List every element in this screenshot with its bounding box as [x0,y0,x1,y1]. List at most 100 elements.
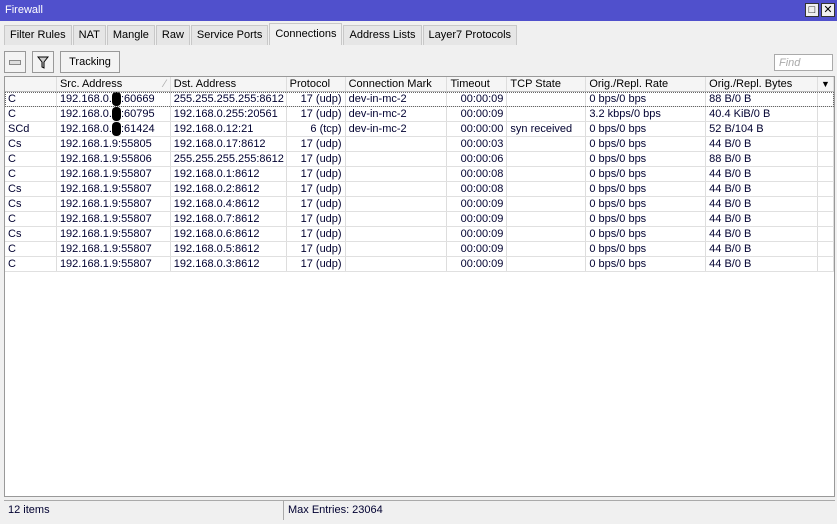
cell-empty [818,227,834,241]
cell-bytes: 88 B/0 B [706,92,819,106]
max-entries: Max Entries: 23064 [288,504,383,516]
cell-mark: dev-in-mc-2 [346,92,448,106]
column-header[interactable]: Connection Mark [346,77,448,91]
cell-rate: 0 bps/0 bps [586,212,707,226]
cell-proto: 17 (udp) [287,197,346,211]
cell-bytes: 44 B/0 B [706,242,819,256]
cell-bytes: 44 B/0 B [706,257,819,271]
cell-mark [346,227,448,241]
cell-src: 192.168.1.9:55806 [57,152,171,166]
cell-empty [818,242,834,256]
cell-empty [818,122,834,136]
table-row[interactable]: C 192.168.1.9:55806 255.255.255.255:8612 17… [5,152,834,167]
column-header[interactable]: Orig./Repl. Rate [586,77,707,91]
cell-tcp [507,212,587,226]
table-row[interactable]: Cs 192.168.1.9:55807 192.168.0.2:8612 17 (u… [5,182,834,197]
tab-nat[interactable]: NAT [72,25,106,45]
cell-tcp [507,182,587,196]
cell-timeout: 00:00:09 [447,257,508,271]
cell-dst: 192.168.0.17:8612 [171,137,287,151]
cell-empty [818,107,834,121]
cell-timeout: 00:00:09 [447,107,508,121]
column-header[interactable]: Orig./Repl. Bytes [706,77,819,91]
cell-timeout: 00:00:08 [447,182,508,196]
src-prefix: 192.168.1.9:55806 [59,153,152,165]
filter-button[interactable] [32,51,54,73]
cell-proto: 17 (udp) [287,152,346,166]
cell-tcp [507,107,587,121]
tab-connections[interactable]: Connections [269,23,343,45]
maximize-button[interactable]: □ [805,3,819,17]
table-row[interactable]: SCd 192.168.0.:61424 192.168.0.12:21 6 (tcp… [5,122,834,137]
cell-timeout: 00:00:06 [447,152,508,166]
cell-mark [346,182,448,196]
tab-raw[interactable]: Raw [155,25,190,45]
cell-proto: 17 (udp) [287,212,346,226]
tab-filter-rules[interactable]: Filter Rules [4,25,72,45]
table-header: Src. Address ⁄ Dst. Address Protocol Connect… [5,77,834,92]
column-header[interactable]: TCP State [507,77,587,91]
tab-address-lists[interactable]: Address Lists [343,25,422,45]
table-row[interactable]: C 192.168.1.9:55807 192.168.0.1:8612 17 (ud… [5,167,834,182]
table-row[interactable]: C 192.168.1.9:55807 192.168.0.7:8612 17 (ud… [5,212,834,227]
column-header[interactable]: Timeout [447,77,508,91]
column-header[interactable]: Dst. Address [171,77,287,91]
tab-service-ports[interactable]: Service Ports [190,25,269,45]
cell-bytes: 44 B/0 B [706,182,819,196]
cell-flags: C [5,242,57,256]
tab-bar: Filter Rules NAT Mangle Raw Service Ports Con… [4,23,518,45]
cell-flags: Cs [5,137,57,151]
cell-flags: C [5,167,57,181]
cell-rate: 0 bps/0 bps [586,167,707,181]
cell-empty [818,137,834,151]
table-row[interactable]: Cs 192.168.1.9:55807 192.168.0.6:8612 17 (u… [5,227,834,242]
cell-timeout: 00:00:00 [447,122,508,136]
cell-src: 192.168.0.:61424 [57,122,171,136]
table-row[interactable]: C 192.168.0.:60795 192.168.0.255:20561 17 (… [5,107,834,122]
column-header[interactable]: Protocol [287,77,346,91]
cell-dst: 255.255.255.255:8612 [171,152,287,166]
column-header[interactable]: Src. Address ⁄ [57,77,171,91]
cell-flags: C [5,92,57,106]
table-row[interactable]: Cs 192.168.1.9:55805 192.168.0.17:8612 17 (… [5,137,834,152]
remove-button[interactable] [4,51,26,73]
src-prefix: 192.168.1.9:55807 [59,258,152,270]
cell-empty [818,92,834,106]
cell-dst: 192.168.0.3:8612 [171,257,287,271]
src-suffix: :61424 [120,123,155,135]
find-input[interactable]: Find [774,54,833,71]
tab-mangle[interactable]: Mangle [106,25,155,45]
cell-proto: 17 (udp) [287,107,346,121]
cell-src: 192.168.1.9:55807 [57,197,171,211]
close-button[interactable]: ✕ [821,3,835,17]
cell-rate: 0 bps/0 bps [586,182,707,196]
cell-mark [346,197,448,211]
cell-flags: Cs [5,197,57,211]
tracking-button[interactable]: Tracking [60,51,120,73]
cell-flags: C [5,212,57,226]
table-row[interactable]: Cs 192.168.1.9:55807 192.168.0.4:8612 17 (u… [5,197,834,212]
cell-rate: 0 bps/0 bps [586,122,707,136]
tab-layer7-protocols[interactable]: Layer7 Protocols [422,25,518,45]
cell-bytes: 44 B/0 B [706,227,819,241]
src-prefix: 192.168.1.9:55805 [59,138,152,150]
cell-mark: dev-in-mc-2 [346,107,448,121]
cell-mark [346,137,448,151]
cell-bytes: 40.4 KiB/0 B [706,107,819,121]
cell-empty [818,197,834,211]
table-row[interactable]: C 192.168.1.9:55807 192.168.0.5:8612 17 (ud… [5,242,834,257]
column-header[interactable] [5,77,57,91]
cell-dst: 255.255.255.255:8612 [171,92,287,106]
table-row[interactable]: C 192.168.0.:60669 255.255.255.255:8612 17 … [5,92,834,107]
item-count: 12 items [4,501,284,520]
table-row[interactable]: C 192.168.1.9:55807 192.168.0.3:8612 17 (ud… [5,257,834,272]
cell-proto: 6 (tcp) [287,122,346,136]
status-bar: 12 items Max Entries: 23064 [4,500,835,520]
src-prefix: 192.168.0. [59,93,112,105]
src-prefix: 192.168.1.9:55807 [59,183,152,195]
cell-dst: 192.168.0.255:20561 [171,107,287,121]
cell-timeout: 00:00:08 [447,167,508,181]
cell-tcp [507,257,587,271]
column-menu-button[interactable]: ▼ [818,77,834,91]
src-prefix: 192.168.1.9:55807 [59,243,152,255]
